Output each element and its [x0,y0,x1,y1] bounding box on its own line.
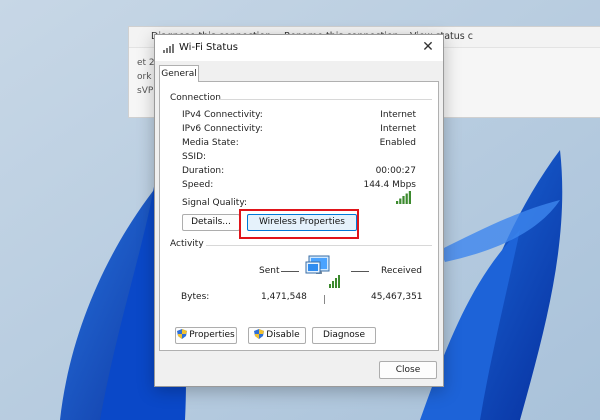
received-line [351,271,369,272]
details-button[interactable]: Details... [182,214,240,231]
activity-heading: Activity [170,239,204,249]
general-tab-panel: Connection IPv4 Connectivity: Internet I… [159,81,439,351]
properties-button-label: Properties [189,330,235,340]
close-button[interactable]: Close [379,361,437,379]
dialog-title: Wi-Fi Status [179,42,238,53]
activity-divider [206,245,432,246]
disable-button[interactable]: Disable [248,327,306,344]
received-label: Received [381,266,422,276]
signal-bar [408,191,411,204]
ipv6-value: Internet [380,124,416,134]
ssid-label: SSID: [182,152,207,162]
activity-separator [324,295,325,304]
sent-label: Sent [259,266,280,276]
ipv4-label: IPv4 Connectivity: [182,110,263,120]
uac-shield-icon [254,329,265,339]
wifi-status-dialog: Wi-Fi Status ✕ General Connection IPv4 C… [154,34,444,387]
duration-label: Duration: [182,166,225,176]
signal-bar [399,198,402,204]
wireless-properties-button[interactable]: Wireless Properties [247,214,357,231]
connection-adapter-fragment: sVP [137,86,154,96]
uac-shield-icon [177,329,188,339]
connection-name-fragment: et 2 [137,58,155,68]
wifi-bars-icon [163,44,174,53]
disable-button-label: Disable [266,330,300,340]
signal-quality-label: Signal Quality: [182,198,248,208]
signal-bar [405,193,408,204]
sent-line [281,271,299,272]
speed-value: 144.4 Mbps [363,180,416,190]
diagnose-button[interactable]: Diagnose [312,327,376,344]
duration-value: 00:00:27 [375,166,416,176]
dialog-titlebar[interactable]: Wi-Fi Status ✕ [155,35,443,61]
bytes-label: Bytes: [181,292,210,302]
ipv4-value: Internet [380,110,416,120]
media-state-value: Enabled [379,138,416,148]
network-computers-icon [305,255,340,288]
connection-divider [218,99,432,100]
connection-heading: Connection [170,93,221,103]
close-icon[interactable]: ✕ [417,37,439,57]
ipv6-label: IPv6 Connectivity: [182,124,263,134]
signal-strength-icon [396,191,411,204]
speed-label: Speed: [182,180,214,190]
signal-bar [402,196,405,204]
bytes-received-value: 45,467,351 [371,292,423,302]
media-state-label: Media State: [182,138,239,148]
signal-bar [396,201,399,204]
bytes-sent-value: 1,471,548 [261,292,307,302]
properties-button[interactable]: Properties [175,327,237,344]
tab-general[interactable]: General [159,65,199,82]
